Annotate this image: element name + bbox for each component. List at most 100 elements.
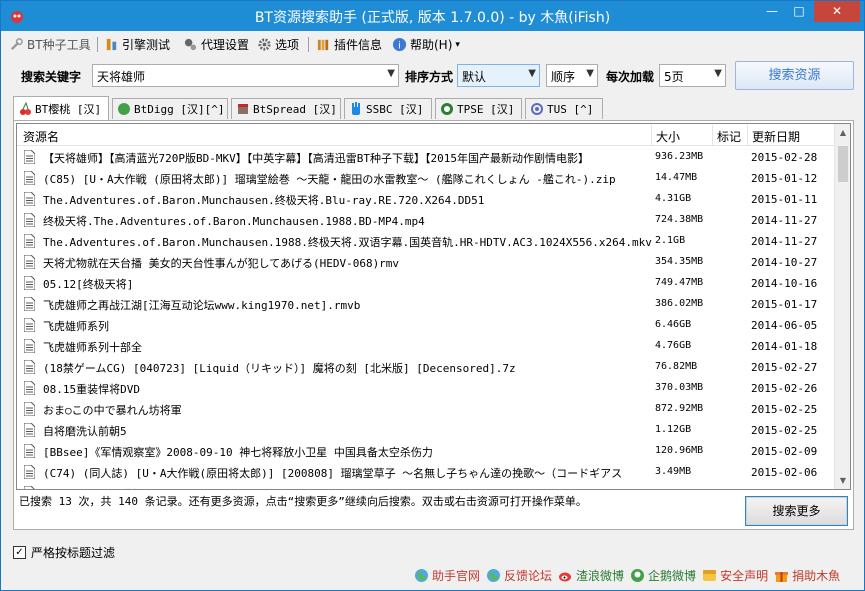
title-filter-checkbox[interactable]: ✓	[13, 546, 26, 559]
table-row[interactable]: 05.12[终极天将] 749.47MB 2014-10-16	[17, 273, 837, 294]
table-row[interactable]: [BBsee] 罗丁 斯...	[17, 483, 837, 489]
chevron-down-icon[interactable]: ▼	[387, 68, 395, 79]
chevron-down-icon[interactable]: ▼	[714, 68, 722, 79]
resource-date: 2015-02-25	[751, 403, 818, 416]
table-row[interactable]: 飞虎雄师系列 6.46GB 2014-06-05	[17, 315, 837, 336]
link-weibo[interactable]: 渣浪微博	[558, 566, 624, 584]
menu-plugin-info[interactable]: 插件信息	[316, 35, 382, 54]
tab-tus[interactable]: TUS [^]	[525, 98, 603, 119]
vertical-scrollbar[interactable]: ▲ ▼	[834, 124, 850, 489]
scroll-thumb[interactable]	[838, 146, 848, 182]
resource-date: 2015-01-11	[751, 193, 818, 206]
resource-date: 2015-02-26	[751, 382, 818, 395]
tab-btspread[interactable]: BtSpread [汉]	[231, 98, 341, 119]
resource-size: 6.46GB	[655, 319, 692, 330]
results-list[interactable]: 资源名 大小 标记 更新日期 【天将雄师】【高清蓝光720P版BD-MKV】【中…	[16, 123, 851, 490]
table-row[interactable]: 08.15重装悍将DVD 370.03MB 2015-02-26	[17, 378, 837, 399]
file-icon	[24, 213, 35, 227]
column-header-date[interactable]: 更新日期	[752, 128, 800, 145]
chevron-down-icon[interactable]: ▼	[528, 68, 536, 79]
resource-date: 2015-02-06	[751, 466, 818, 479]
search-more-button[interactable]: 搜索更多	[745, 496, 848, 526]
resource-name: [BBsee] 罗丁 斯...	[43, 486, 653, 489]
column-header-name[interactable]: 资源名	[23, 128, 59, 145]
column-divider[interactable]	[651, 125, 652, 145]
menu-bt-seed-tool[interactable]: BT种子工具	[9, 35, 91, 54]
table-row[interactable]: 终极天将.The.Adventures.of.Baron.Munchausen.…	[17, 210, 837, 231]
menu-help[interactable]: i 帮助(H) ▾	[392, 35, 460, 54]
menu-label: BT种子工具	[27, 38, 91, 52]
resource-date: 2015-01-17	[751, 298, 818, 311]
tab-label: TPSE [汉]	[457, 103, 515, 116]
link-security-statement[interactable]: 安全声明	[702, 566, 768, 584]
list-rows: 【天将雄师】【高清蓝光720P版BD-MKV】【中英字幕】【高清迅雷BT种子下载…	[17, 147, 837, 489]
maximize-button[interactable]: □	[786, 1, 812, 22]
file-icon	[24, 486, 35, 489]
resource-name: 自将磨洗认前朝5	[43, 425, 127, 438]
table-row[interactable]: おま○この中で暴れん坊将軍 872.92MB 2015-02-25	[17, 399, 837, 420]
menu-proxy-settings[interactable]: 代理设置	[183, 35, 249, 54]
gear-icon	[258, 38, 271, 51]
table-row[interactable]: [BBsee]《军情观察室》2008-09-10 神七将释放小卫星 中国具备太空…	[17, 441, 837, 462]
resource-name: 终极天将.The.Adventures.of.Baron.Munchausen.…	[43, 215, 425, 228]
tab-label: BtDigg [汉][^]	[134, 103, 225, 116]
search-button[interactable]: 搜索资源	[735, 61, 854, 90]
table-row[interactable]: 【天将雄师】【高清蓝光720P版BD-MKV】【中英字幕】【高清迅雷BT种子下载…	[17, 147, 837, 168]
link-official-site[interactable]: 助手官网	[414, 566, 480, 584]
per-load-select[interactable]: 5页 ▼	[659, 64, 726, 87]
tab-bt-cherry[interactable]: BT樱桃 [汉]	[13, 96, 109, 120]
per-load-value: 5页	[664, 70, 684, 84]
table-row[interactable]: (C85) [U・A大作戦 (原田将太郎)] 瑠璃堂絵巻 ～天龍・龍田の水雷教室…	[17, 168, 837, 189]
tab-tpse[interactable]: TPSE [汉]	[435, 98, 522, 119]
resource-date: 2014-01-18	[751, 340, 818, 353]
table-row[interactable]: (C74) (同人誌) [U・A大作戦(原田将太郎)] [200808] 瑠璃堂…	[17, 462, 837, 483]
order-select[interactable]: 顺序 ▼	[546, 64, 598, 87]
menu-label: 插件信息	[334, 38, 383, 52]
menu-engine-test[interactable]: 引擎测试	[104, 35, 170, 54]
minimize-button[interactable]: —	[759, 1, 785, 22]
table-row[interactable]: 天将尤物就在天台播 美女的天台性事んが犯してあげる(HEDV-068)rmv 35…	[17, 252, 837, 273]
table-row[interactable]: The.Adventures.of.Baron.Munchausen.1988.…	[17, 231, 837, 252]
table-row[interactable]: 自将磨洗认前朝5 1.12GB 2015-02-25	[17, 420, 837, 441]
table-row[interactable]: 飞虎雄师之再战江湖[江海互动论坛www.king1970.net].rmvb 38…	[17, 294, 837, 315]
footer-links: 助手官网 反馈论坛 渣浪微博 企鹅微博 安全声明 捐助木魚	[414, 566, 840, 584]
resource-date: 2015-02-09	[751, 445, 818, 458]
title-bar[interactable]: BT资源搜索助手 (正式版, 版本 1.7.0.0) - by 木魚(iFish…	[1, 1, 864, 31]
link-feedback-forum[interactable]: 反馈论坛	[486, 566, 552, 584]
link-donate[interactable]: 捐助木魚	[774, 566, 840, 584]
menu-label: 选项	[275, 38, 300, 52]
resource-size: 936.23MB	[655, 151, 704, 162]
table-row[interactable]: The.Adventures.of.Baron.Munchausen.终极天将.…	[17, 189, 837, 210]
chevron-down-icon[interactable]: ▼	[586, 68, 594, 79]
table-row[interactable]: (18禁ゲームCG) [040723] [Liquid（リキッド）] 魔将の刻 …	[17, 357, 837, 378]
file-icon	[24, 192, 35, 206]
shield-icon	[703, 569, 717, 581]
file-icon	[24, 423, 35, 437]
close-button[interactable]: ✕	[814, 1, 860, 22]
resource-name: 天将尤物就在天台播 美女的天台性事んが犯してあげる(HEDV-068)rmv	[43, 257, 400, 270]
tab-btdigg[interactable]: BtDigg [汉][^]	[112, 98, 228, 119]
title-filter-toggle[interactable]: ✓ 严格按标题过滤	[13, 544, 115, 561]
footer-label: 反馈论坛	[504, 568, 553, 583]
tab-label: BT樱桃 [汉]	[35, 102, 102, 116]
sort-value: 默认	[462, 70, 487, 84]
column-header-size[interactable]: 大小	[656, 128, 680, 145]
link-qq-weibo[interactable]: 企鹅微博	[630, 566, 696, 584]
keyword-combobox[interactable]: 天将雄师 ▼	[92, 64, 399, 87]
column-divider[interactable]	[712, 125, 713, 145]
column-header-mark[interactable]: 标记	[717, 128, 741, 145]
file-icon	[24, 171, 35, 185]
table-row[interactable]: 飞虎雄师系列十部全 4.76GB 2014-01-18	[17, 336, 837, 357]
sort-select[interactable]: 默认 ▼	[457, 64, 540, 87]
resource-name: The.Adventures.of.Baron.Munchausen.终极天将.…	[43, 194, 485, 207]
resource-size: 14.47MB	[655, 172, 698, 183]
scroll-up-icon[interactable]: ▲	[835, 124, 850, 141]
resource-date: 2014-10-27	[751, 256, 818, 269]
menu-options[interactable]: 选项	[257, 35, 299, 54]
resource-size: 872.92MB	[655, 403, 704, 414]
column-divider[interactable]	[747, 125, 748, 145]
menu-bar: BT种子工具 引擎测试 代理设置 选项 插件信息 i 帮助(H) ▾	[1, 32, 864, 56]
tab-ssbc[interactable]: SSBC [汉]	[344, 98, 432, 119]
results-panel: 资源名 大小 标记 更新日期 【天将雄师】【高清蓝光720P版BD-MKV】【中…	[13, 120, 854, 530]
scroll-down-icon[interactable]: ▼	[835, 472, 850, 489]
